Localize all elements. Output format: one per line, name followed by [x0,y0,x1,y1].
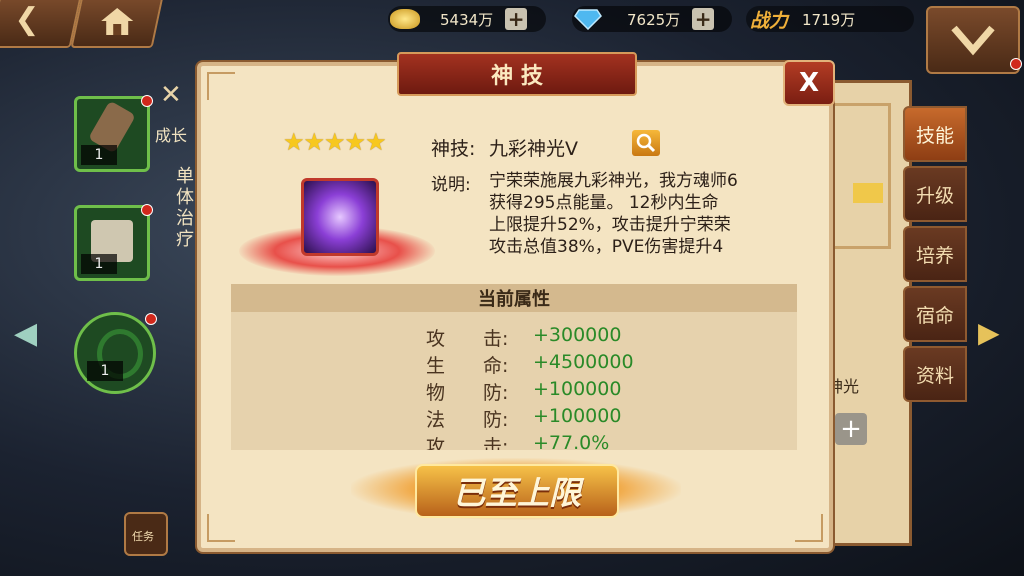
attribute-value: +4500000 [533,351,634,373]
attribute-row: 物 防: +100000 [231,378,797,404]
tab-info[interactable]: 资料 [903,346,967,402]
star-icon: ★ [365,128,386,156]
skill-description[interactable]: 宁荣荣施展九彩神光，我方魂师6 获得295点能量。 12秒内生命 上限提升52%… [489,170,777,256]
dialog-title: 神 技 [397,52,637,96]
star-icon: ★ [283,128,304,156]
task-label: 任务 [132,530,154,543]
back-button[interactable]: ❮ [0,0,82,48]
attribute-name: 法 防: [426,409,509,431]
attribute-row: 生 命: +4500000 [231,351,797,377]
notification-dot [141,204,153,216]
vertical-char: 体 [176,187,194,208]
vertical-char: 单 [176,166,194,187]
power-label: 战力 [750,9,789,32]
desc-line: 获得295点能量。 12秒内生命 [489,193,719,213]
gold-ingot-icon [390,9,420,29]
diamond-display: 7625万 + [572,6,732,32]
corner-ornament [207,72,235,100]
attribute-value: +300000 [533,324,622,346]
vertical-char: 治 [176,208,194,229]
star-rating: ★★★★★ [283,128,387,156]
diamond-value: 7625万 [627,10,681,29]
attribute-value: +100000 [533,405,622,427]
attribute-value: +77.0% [533,432,610,450]
star-icon: ★ [344,128,366,156]
attribute-name: 攻 击: [426,436,509,450]
corner-ornament [207,514,235,542]
star-icon: ★ [324,128,345,156]
home-button[interactable] [70,0,164,48]
star-icon: ★ [303,128,325,156]
panel-highlight [853,183,883,203]
attribute-row: 攻 击: +77.0% [231,432,797,450]
magnifier-icon [636,133,656,153]
power-display: 战力 1719万 [746,6,914,32]
skill-label: 神技: [431,138,476,160]
attribute-name: 攻 击: [426,328,509,350]
desc-line: 攻击总值38%，PVE伤害提升4 [489,237,724,256]
desc-label: 说明: [431,175,471,195]
vertical-char: 疗 [176,229,194,250]
skill-slot-2[interactable]: 1 [74,204,153,281]
tab-skill[interactable]: 技能 [903,106,967,162]
slot-count: 1 [81,145,117,165]
max-level-button[interactable]: 已至上限 [415,464,619,518]
power-value: 1719万 [802,10,856,29]
gold-display: 5434万 + [388,6,546,32]
menu-button[interactable] [926,6,1022,74]
task-button[interactable]: 任务 [124,512,168,556]
skill-icon [301,178,379,256]
panel-add-button[interactable]: + [835,413,867,445]
attribute-row: 攻 击: +300000 [231,324,797,350]
chevron-down-menu-icon [951,25,995,56]
diamond-icon [574,9,602,30]
growth-label: 成长 [155,126,188,145]
vertical-skill-text: 单 体 治 疗 [176,166,198,250]
skill-name: 九彩神光V [489,138,578,160]
tab-train[interactable]: 培养 [903,226,967,282]
hero-panel: 神光 + [820,80,912,546]
home-icon [101,8,134,35]
skill-dialog: 神 技 X ★★★★★ 神技: 九彩神光V 说明: 宁荣荣施展九彩神光，我方魂师… [197,52,835,552]
add-gold-button[interactable]: + [505,7,528,31]
section-title: 当前属性 [231,284,797,312]
growth-icon: ✕ [160,80,182,110]
magnify-button[interactable] [632,130,660,156]
skill-slot-1[interactable]: 1 [74,95,153,172]
attribute-name: 物 防: [426,382,509,404]
tab-fate[interactable]: 宿命 [903,286,967,342]
attribute-name: 生 命: [426,355,509,377]
desc-line: 上限提升52%，攻击提升宁荣荣 [489,215,731,235]
right-arrow-icon[interactable]: ▶ [978,316,1000,349]
panel-frame [829,103,891,249]
corner-ornament [795,514,823,542]
slot-count: 1 [81,254,117,274]
add-diamond-button[interactable]: + [692,7,715,31]
tab-upgrade[interactable]: 升级 [903,166,967,222]
notification-dot [141,95,153,107]
left-arrow-icon[interactable]: ◀ [14,316,48,351]
attribute-row: 法 防: +100000 [231,405,797,431]
desc-line: 宁荣荣施展九彩神光，我方魂师6 [489,171,738,191]
attribute-value: +100000 [533,378,622,400]
notification-dot [1010,58,1022,70]
back-arrow-icon: ❮ [14,2,40,37]
close-button[interactable]: X [783,60,835,106]
attributes-section: 当前属性 攻 击: +300000 生 命: +4500000 物 防: +10… [231,284,797,450]
skill-slot-3[interactable]: 1 [74,312,157,394]
gold-value: 5434万 [440,10,494,29]
notification-dot [145,313,157,325]
slot-count: 1 [87,361,123,381]
